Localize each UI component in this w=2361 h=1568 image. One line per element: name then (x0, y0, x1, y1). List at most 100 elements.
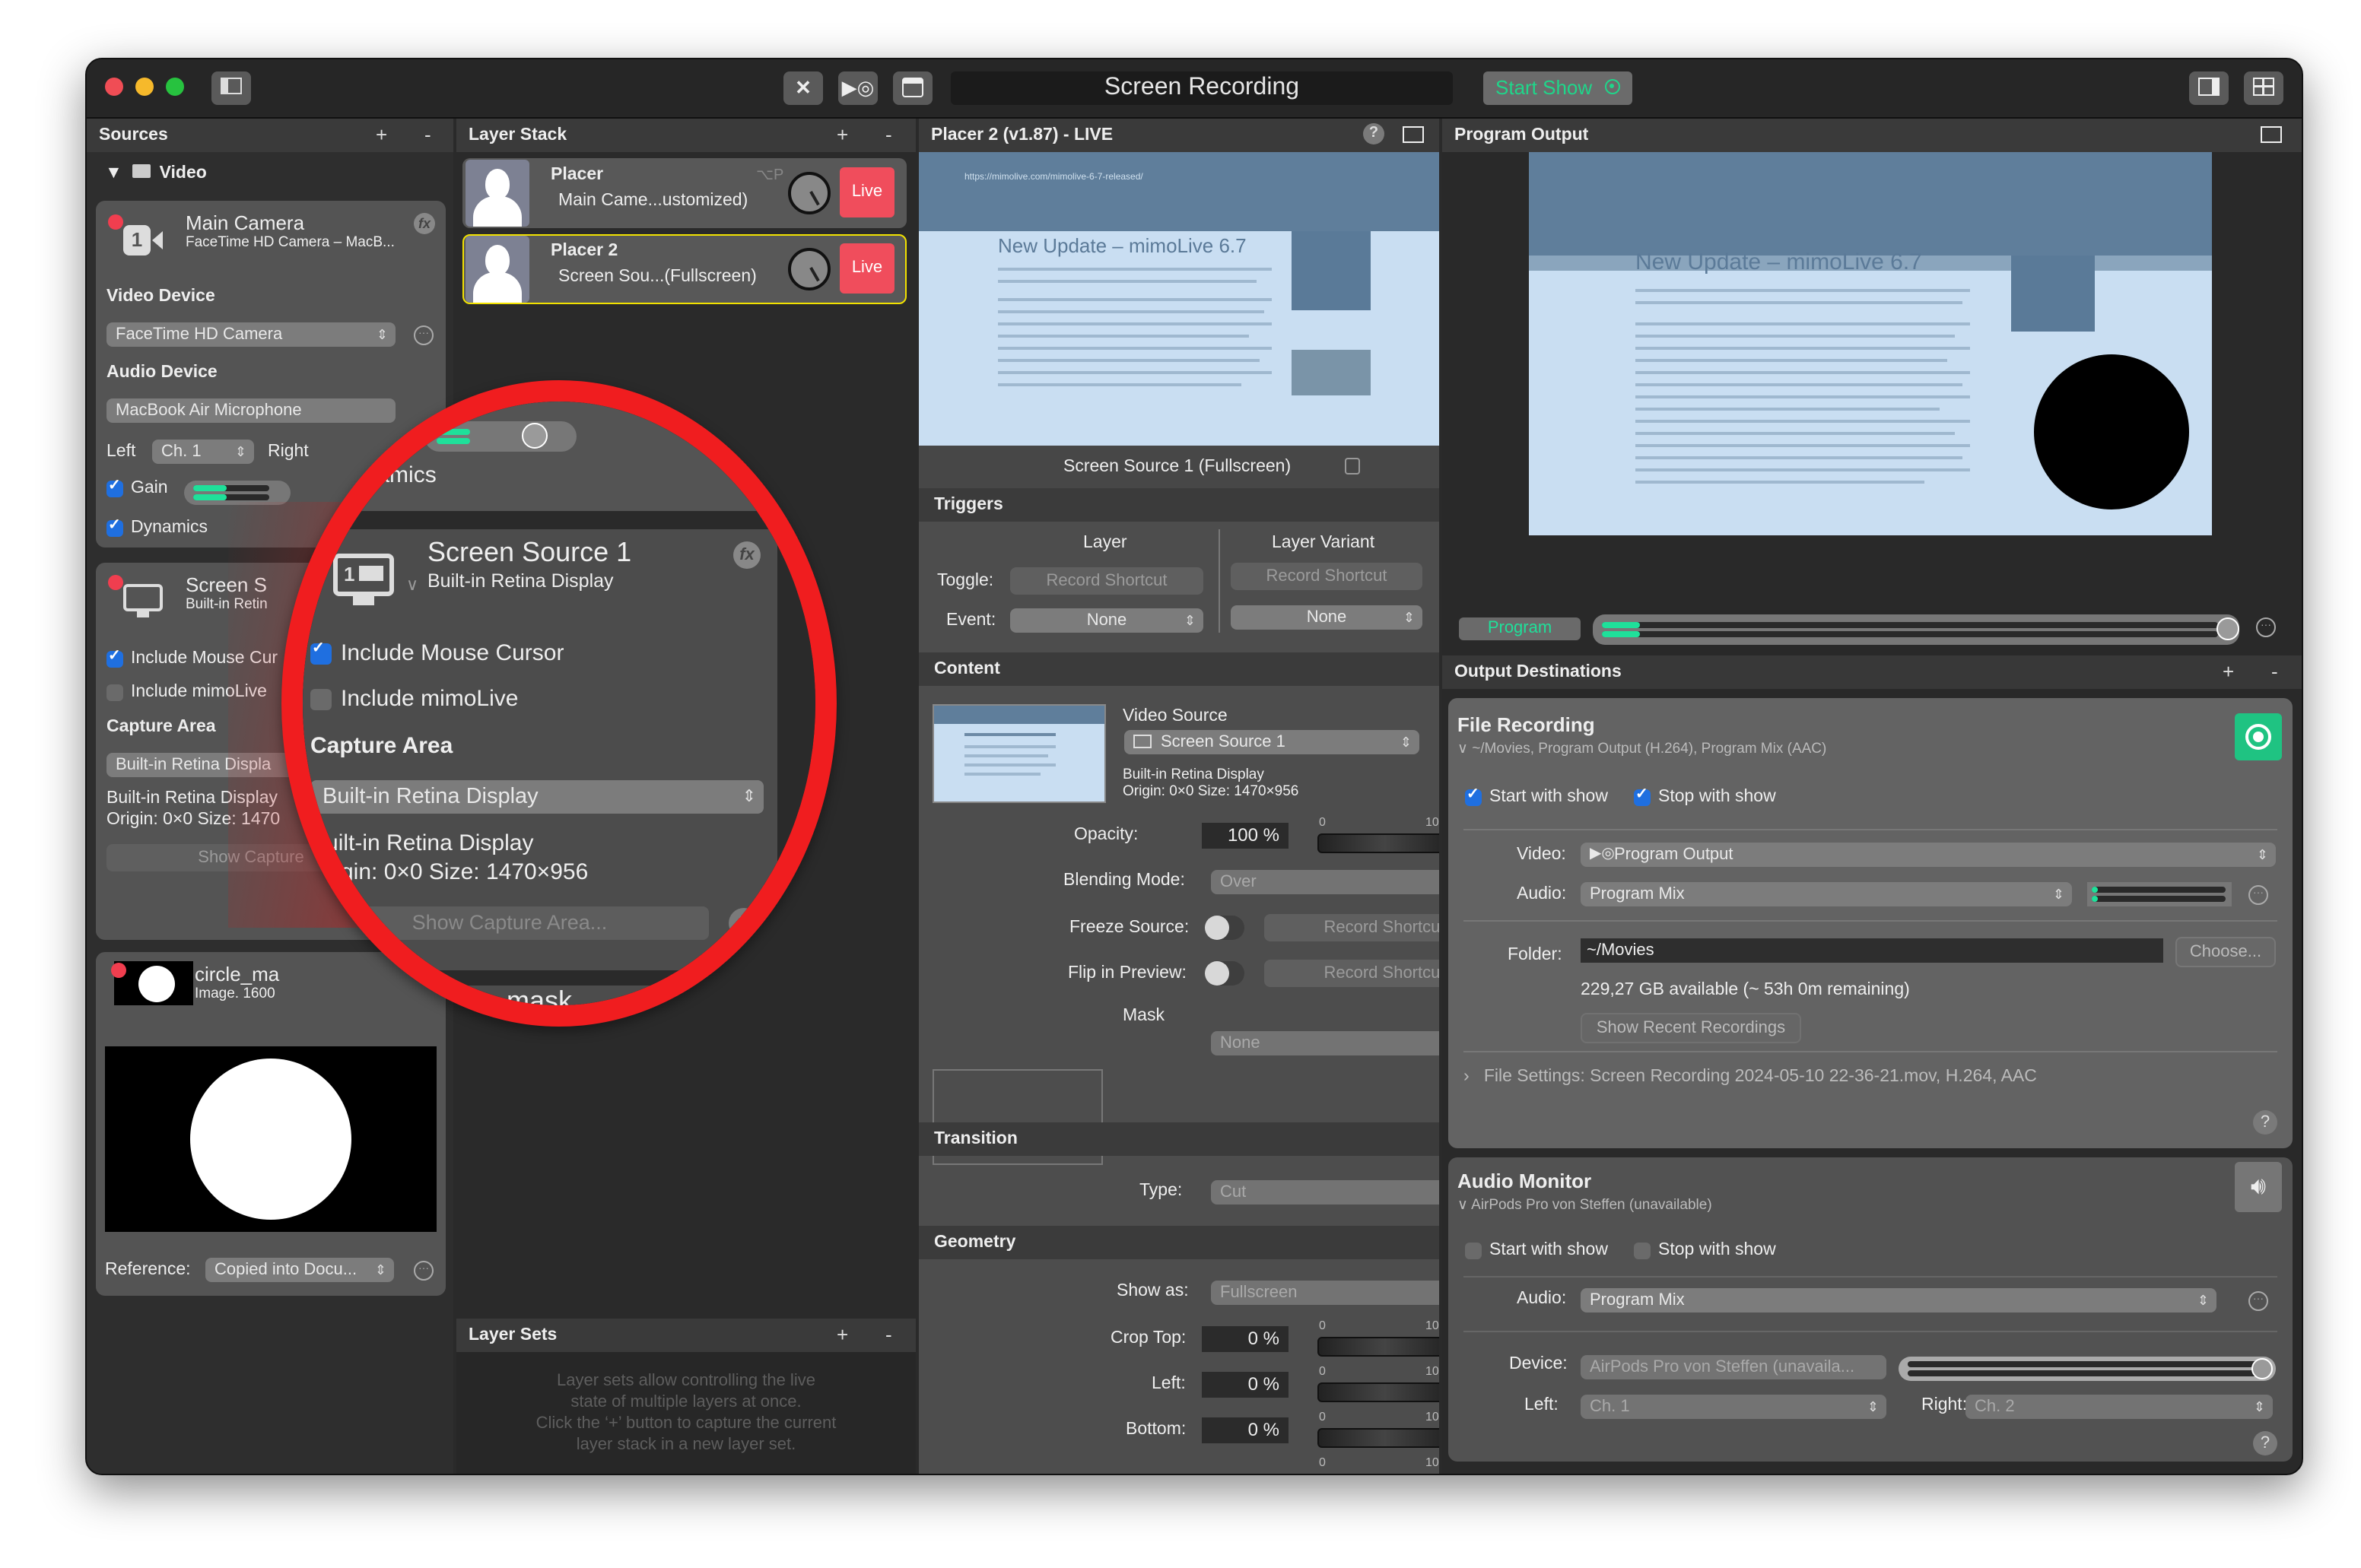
layer-toggle-shortcut-button[interactable]: Record Shortcut (1010, 567, 1203, 595)
reference-select[interactable]: Copied into Docu... ⇕ (205, 1258, 394, 1282)
start-show-button[interactable]: Start Show (1483, 71, 1632, 105)
layout-grid-button[interactable] (2244, 71, 2283, 105)
audio-options-button[interactable]: ··· (2248, 885, 2268, 905)
crop-bottom-dial[interactable] (1317, 1428, 1439, 1448)
monitor-toggle-button[interactable]: 🔊︎ (2235, 1162, 2282, 1212)
record-toggle-button[interactable] (2235, 713, 2282, 760)
gain-checkbox[interactable] (106, 478, 123, 497)
remove-source-button[interactable]: - (424, 119, 431, 152)
program-volume-slider[interactable] (1593, 614, 2239, 645)
file-recording-help-button[interactable]: ? (2253, 1110, 2277, 1135)
crop-top-dial[interactable] (1317, 1337, 1439, 1357)
left-channel-select[interactable]: Ch. 1 ⇕ (152, 440, 254, 464)
volume-knob[interactable] (2251, 1358, 2273, 1379)
flip-preview-toggle[interactable] (1205, 961, 1244, 986)
audio-select[interactable]: Program Mix ⇕ (1581, 882, 2072, 906)
zoomed-include-mouse-checkbox[interactable] (310, 640, 332, 665)
layer-row[interactable]: Placer Main Came...ustomized) ⌥P Live (462, 158, 907, 228)
minimize-window-button[interactable] (135, 78, 154, 96)
add-variant-icon[interactable] (1345, 458, 1360, 475)
zoomed-dynamics-label: Dynamics (336, 462, 437, 488)
monitor-stop-with-show-checkbox[interactable] (1634, 1243, 1651, 1259)
layer-row[interactable]: Placer 2 Screen Sou...(Fullscreen) Live (462, 234, 907, 304)
audio-monitor-help-button[interactable]: ? (2253, 1431, 2277, 1455)
show-as-select[interactable]: Fullscreen⇕ (1211, 1281, 1439, 1305)
video-select[interactable]: ▶◎ Program Output ⇕ (1581, 843, 2276, 867)
monitor-audio-select[interactable]: Program Mix ⇕ (1581, 1288, 2216, 1312)
crop-left-input[interactable]: 0 % (1202, 1372, 1289, 1398)
show-recent-label: Show Recent Recordings (1596, 1019, 1786, 1037)
choose-folder-button[interactable]: Choose... (2175, 937, 2276, 967)
monitor-left-channel-select[interactable]: Ch. 1 ⇕ (1581, 1395, 1886, 1419)
opacity-input[interactable]: 100 % (1202, 823, 1289, 849)
program-button[interactable]: Program (1459, 617, 1581, 640)
layer-event-select[interactable]: None ⇕ (1010, 608, 1203, 633)
freeze-source-toggle[interactable] (1205, 916, 1244, 940)
x-button[interactable]: ✕ (783, 71, 823, 105)
include-mouse-checkbox[interactable] (106, 648, 123, 668)
remove-layer-button[interactable]: - (885, 119, 892, 152)
reference-options-button[interactable]: ··· (414, 1261, 434, 1281)
monitor-volume-slider[interactable] (1899, 1357, 2276, 1381)
opacity-dial[interactable] (1317, 833, 1439, 853)
folder-field[interactable]: ~/Movies (1581, 938, 2163, 963)
mask-select[interactable]: None⇕ (1211, 1031, 1439, 1055)
dynamics-checkbox[interactable] (106, 517, 123, 537)
monitor-right-channel-select[interactable]: Ch. 2 ⇕ (1965, 1395, 2273, 1419)
add-layer-set-button[interactable]: + (837, 1319, 848, 1352)
add-layer-button[interactable]: + (837, 119, 848, 152)
layout-single-button[interactable] (2189, 71, 2229, 105)
remove-destination-button[interactable]: - (2271, 655, 2278, 689)
fx-button[interactable]: fx (733, 541, 761, 569)
capture-help-button[interactable]: ? (729, 908, 759, 938)
flip-shortcut-button[interactable]: Record Shortcut (1264, 960, 1439, 987)
show-recent-recordings-button[interactable]: Show Recent Recordings (1581, 1013, 1801, 1043)
file-settings-disclosure[interactable]: › File Settings: Screen Recording 2024-0… (1463, 1068, 2037, 1086)
flip-preview-label: Flip in Preview: (1068, 964, 1187, 982)
variant-toggle-shortcut-button[interactable]: Record Shortcut (1231, 563, 1422, 590)
popout-icon[interactable] (1403, 126, 1424, 143)
file-stop-with-show-checkbox[interactable] (1634, 786, 1651, 806)
sidebar-toggle-button[interactable] (211, 71, 251, 105)
fx-button[interactable]: fx (414, 213, 435, 234)
zoom-window-button[interactable] (166, 78, 184, 96)
range-max-label: 100 (1425, 1410, 1439, 1424)
variant-event-select[interactable]: None ⇕ (1231, 605, 1422, 630)
video-device-options-button[interactable]: ··· (414, 325, 434, 345)
include-mimolive-checkbox[interactable] (106, 684, 123, 701)
live-button[interactable]: Live (840, 167, 895, 217)
destination-summary[interactable]: ∨ AirPods Pro von Steffen (unavailable) (1457, 1197, 1712, 1214)
volume-knob[interactable] (2216, 617, 2239, 640)
destination-summary[interactable]: ∨ ~/Movies, Program Output (H.264), Prog… (1457, 741, 1826, 757)
device-select[interactable]: AirPods Pro von Steffen (unavaila... (1581, 1355, 1886, 1379)
monitor-audio-options-button[interactable]: ··· (2248, 1291, 2268, 1311)
monitor-start-with-show-checkbox[interactable] (1465, 1243, 1482, 1259)
zoomed-capture-area-select[interactable]: Built-in Retina Display ⇕ (310, 780, 764, 814)
gain-meter[interactable] (184, 481, 291, 505)
transition-type-select[interactable]: Cut⇕ (1211, 1180, 1439, 1205)
program-options-button[interactable]: ··· (2256, 617, 2276, 637)
video-device-select[interactable]: FaceTime HD Camera ⇕ (106, 322, 396, 347)
live-button[interactable]: Live (840, 243, 895, 294)
zoomed-include-mimolive-checkbox[interactable] (310, 689, 332, 710)
crop-bottom-input[interactable]: 0 % (1202, 1417, 1289, 1443)
crop-top-input[interactable]: 0 % (1202, 1326, 1289, 1352)
close-window-button[interactable] (105, 78, 123, 96)
blending-mode-select[interactable]: Over⇕ (1211, 870, 1439, 894)
layer-volume-knob[interactable] (788, 248, 831, 290)
freeze-shortcut-button[interactable]: Record Shortcut (1264, 914, 1439, 941)
clapperboard-button[interactable] (893, 71, 933, 105)
zoomed-include-mouse-label: Include Mouse Cursor (341, 640, 564, 666)
video-source-select[interactable]: Screen Source 1 ⇕ (1124, 730, 1419, 754)
placer-help-button[interactable]: ? (1363, 123, 1384, 144)
add-source-button[interactable]: + (376, 119, 387, 152)
crop-left-dial[interactable] (1317, 1382, 1439, 1402)
zoomed-show-capture-area-button[interactable]: Show Capture Area... (310, 906, 709, 940)
popout-icon[interactable] (2261, 126, 2282, 143)
video-group[interactable]: ▼ Video (105, 164, 207, 183)
program-output-button[interactable]: ▶◎ (838, 71, 878, 105)
add-destination-button[interactable]: + (2223, 655, 2234, 689)
layer-volume-knob[interactable] (788, 172, 831, 214)
remove-layer-set-button[interactable]: - (885, 1319, 892, 1352)
file-start-with-show-checkbox[interactable] (1465, 786, 1482, 806)
